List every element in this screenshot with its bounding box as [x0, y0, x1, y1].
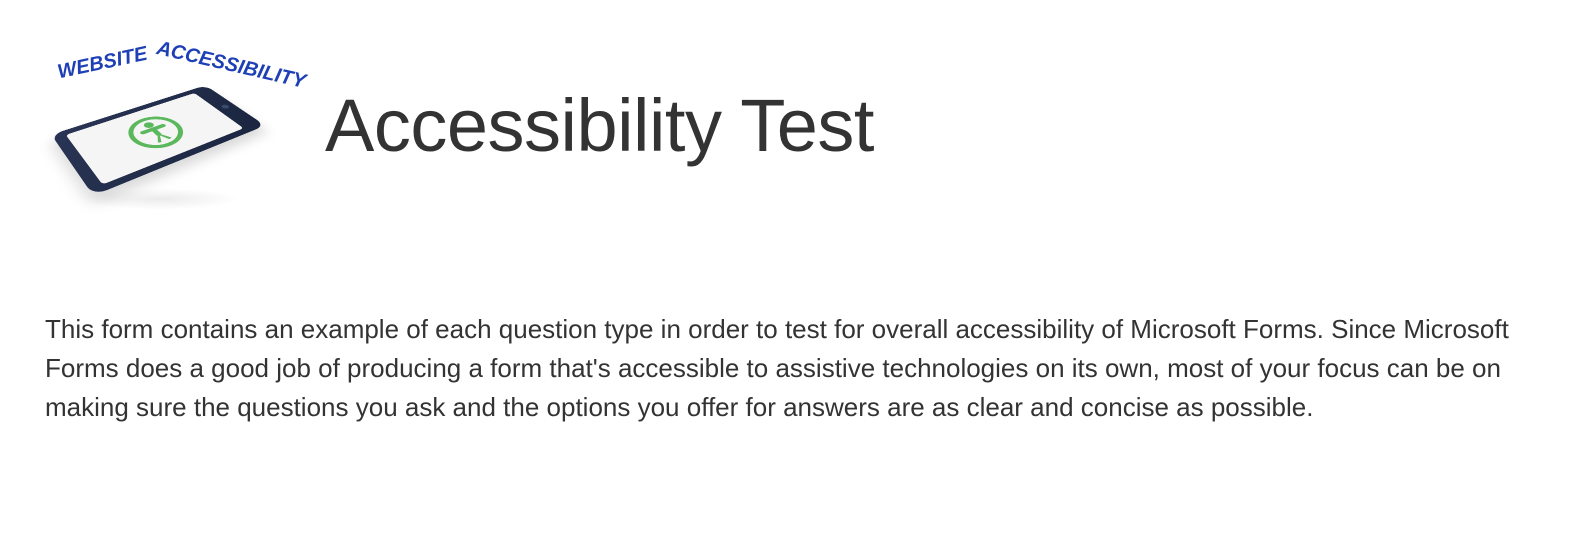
- page-title: Accessibility Test: [325, 83, 874, 168]
- header: WEBSITE ACCESSIBILITY Accessibility Test: [45, 40, 1545, 210]
- tablet-home-button: [220, 104, 230, 109]
- tablet-screen: [66, 93, 244, 185]
- accessibility-person-icon: [118, 111, 195, 156]
- tablet-body: [51, 85, 265, 195]
- logo-text-accessibility: ACCESSIBILITY: [154, 37, 308, 94]
- logo-shadow: [80, 188, 240, 210]
- tablet-icon: [51, 85, 265, 195]
- form-description: This form contains an example of each qu…: [45, 310, 1535, 427]
- logo-text-website: WEBSITE: [56, 43, 150, 84]
- logo: WEBSITE ACCESSIBILITY: [45, 40, 265, 210]
